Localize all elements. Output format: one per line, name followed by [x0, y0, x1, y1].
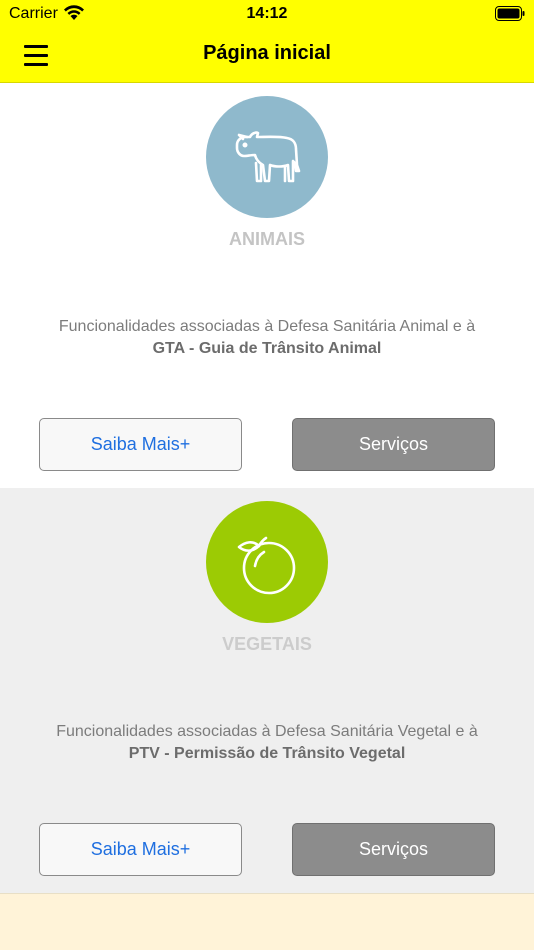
description-bold: GTA - Guia de Trânsito Animal: [152, 340, 382, 357]
description-bold: PTV - Permissão de Trânsito Vegetal: [128, 745, 406, 762]
saiba-mais-button[interactable]: Saiba Mais+: [39, 823, 242, 876]
section-title: ANIMAIS: [229, 229, 305, 249]
clock: 14:12: [246, 5, 288, 22]
status-bar: Carrier 14:12: [0, 0, 534, 30]
cow-icon: [235, 131, 301, 183]
navigation-bar: Página inicial: [0, 30, 534, 83]
servicos-button[interactable]: Serviços: [292, 418, 495, 471]
section-description: Funcionalidades associadas à Defesa Sani…: [0, 721, 534, 765]
vegetal-badge: [206, 501, 328, 623]
animal-badge: [206, 96, 328, 218]
section-description: Funcionalidades associadas à Defesa Sani…: [0, 316, 534, 360]
servicos-button[interactable]: Serviços: [292, 823, 495, 876]
section-title: VEGETAIS: [222, 634, 312, 654]
battery-icon: [495, 6, 525, 21]
page-title: Página inicial: [203, 42, 331, 64]
section-animais: ANIMAIS Funcionalidades associadas à Def…: [0, 83, 534, 488]
description-text: Funcionalidades associadas à Defesa Sani…: [58, 318, 476, 335]
top-bar: Carrier 14:12 Página inicial: [0, 0, 534, 83]
saiba-mais-button[interactable]: Saiba Mais+: [39, 418, 242, 471]
section-vegetais: VEGETAIS Funcionalidades associadas à De…: [0, 488, 534, 893]
footer-panel: [0, 893, 534, 950]
description-text: Funcionalidades associadas à Defesa Sani…: [56, 723, 478, 740]
fruit-icon: [237, 536, 296, 595]
